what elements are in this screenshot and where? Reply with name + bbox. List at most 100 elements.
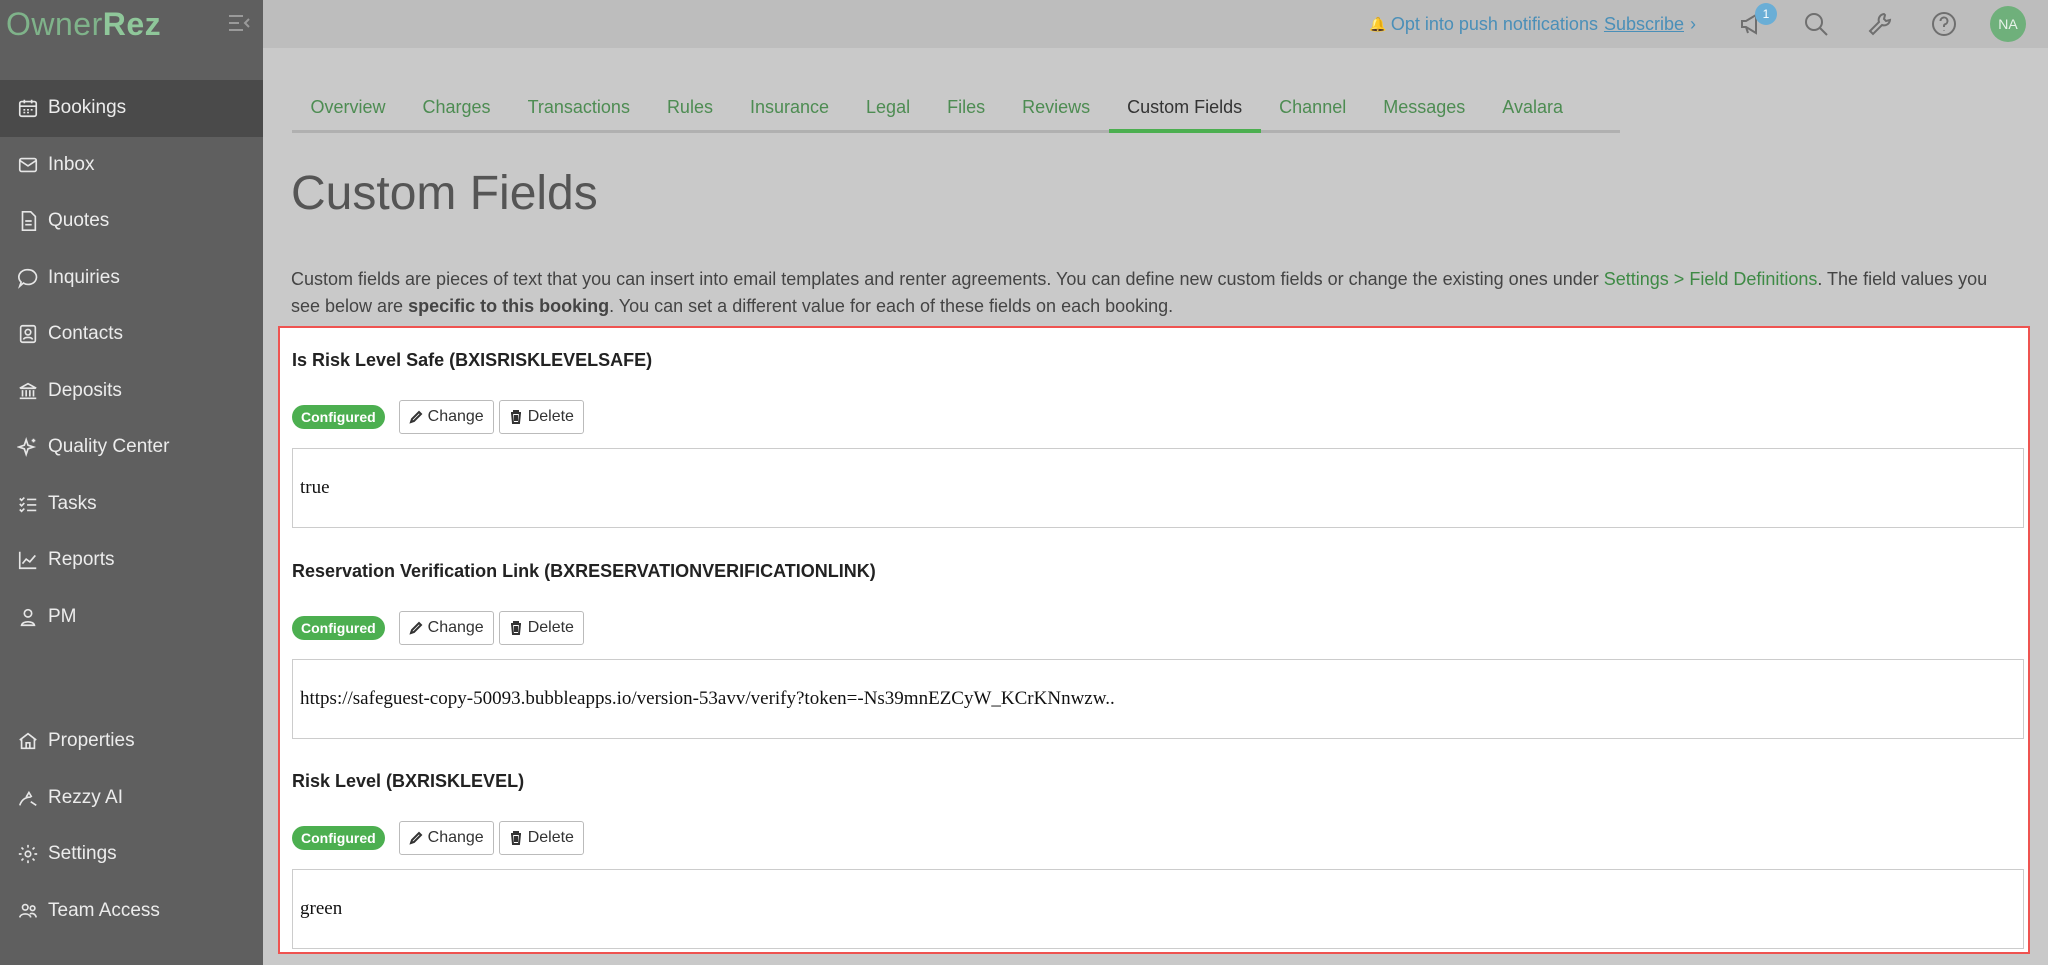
sparkle-icon bbox=[16, 435, 40, 459]
field-value: https://safeguest-copy-50093.bubbleapps.… bbox=[292, 659, 2024, 739]
sidebar-item-quotes[interactable]: Quotes bbox=[0, 193, 263, 250]
change-button[interactable]: Change bbox=[398, 611, 494, 645]
logo-bar: OwnerRez bbox=[0, 0, 263, 48]
field-title: Risk Level (BXRISKLEVEL) bbox=[292, 771, 525, 791]
person-icon bbox=[16, 605, 40, 629]
tab-transactions[interactable]: Transactions bbox=[509, 85, 648, 130]
trash-icon bbox=[510, 831, 521, 845]
sidebar-item-label: Inbox bbox=[48, 153, 95, 175]
delete-button[interactable]: Delete bbox=[498, 821, 584, 855]
pencil-icon bbox=[409, 410, 423, 424]
collapse-sidebar-icon[interactable] bbox=[227, 12, 251, 34]
description-emphasis: specific to this booking bbox=[408, 296, 610, 316]
house-icon bbox=[16, 729, 40, 753]
custom-fields-panel: Is Risk Level Safe (BXISRISKLEVELSAFE) C… bbox=[278, 326, 2030, 954]
delete-button[interactable]: Delete bbox=[498, 400, 584, 434]
tab-messages[interactable]: Messages bbox=[1365, 85, 1484, 130]
tab-insurance[interactable]: Insurance bbox=[731, 85, 847, 130]
ai-icon bbox=[16, 786, 40, 810]
field-actions: Configured Change Delete bbox=[292, 821, 2024, 855]
button-label: Change bbox=[427, 619, 484, 636]
sidebar-item-reports[interactable]: Reports bbox=[0, 532, 263, 589]
tab-reviews[interactable]: Reviews bbox=[1004, 85, 1109, 130]
description-text: . You can set a different value for each… bbox=[609, 296, 1174, 316]
user-avatar[interactable]: NA bbox=[1990, 6, 2026, 42]
field-actions: Configured Change Delete bbox=[292, 611, 2024, 645]
sidebar-item-contacts[interactable]: Contacts bbox=[0, 306, 263, 363]
change-button[interactable]: Change bbox=[398, 821, 494, 855]
sidebar-item-label: Rezzy AI bbox=[48, 786, 123, 808]
trash-icon bbox=[510, 410, 521, 424]
sidebar-item-inbox[interactable]: Inbox bbox=[0, 137, 263, 194]
sidebar-item-bookings[interactable]: Bookings bbox=[0, 80, 263, 137]
description-text: Custom fields are pieces of text that yo… bbox=[291, 269, 1604, 289]
logo[interactable]: OwnerRez bbox=[6, 6, 161, 43]
tab-overview[interactable]: Overview bbox=[292, 85, 404, 130]
sidebar-item-label: Reports bbox=[48, 549, 115, 571]
sidebar-item-team-access[interactable]: Team Access bbox=[0, 883, 263, 940]
sidebar-item-tasks[interactable]: Tasks bbox=[0, 476, 263, 533]
sidebar-item-inquiries[interactable]: Inquiries bbox=[0, 250, 263, 307]
push-notification-text: Opt into push notifications bbox=[1390, 13, 1598, 34]
field-value: true bbox=[292, 448, 2024, 528]
page-description: Custom fields are pieces of text that yo… bbox=[291, 266, 2021, 320]
sidebar-item-quality-center[interactable]: Quality Center bbox=[0, 419, 263, 476]
change-button[interactable]: Change bbox=[398, 400, 494, 434]
custom-field: Is Risk Level Safe (BXISRISKLEVELSAFE) C… bbox=[292, 350, 2024, 528]
subscribe-link[interactable]: Subscribe bbox=[1604, 14, 1684, 35]
field-definitions-link[interactable]: Settings > Field Definitions bbox=[1604, 269, 1818, 289]
sidebar-item-deposits[interactable]: Deposits bbox=[0, 363, 263, 420]
search-button[interactable] bbox=[1801, 9, 1831, 39]
button-label: Delete bbox=[527, 829, 574, 846]
push-notification-prompt: 🔔 Opt into push notifications Subscribe … bbox=[1369, 14, 1696, 35]
checklist-icon bbox=[16, 492, 40, 516]
sidebar-item-pm[interactable]: PM bbox=[0, 589, 263, 646]
sidebar-item-label: Inquiries bbox=[48, 266, 120, 288]
delete-button[interactable]: Delete bbox=[498, 611, 584, 645]
calendar-icon bbox=[16, 96, 40, 120]
field-title: Reservation Verification Link (BXRESERVA… bbox=[292, 561, 876, 581]
tools-button[interactable] bbox=[1865, 9, 1895, 39]
sidebar-item-label: Quality Center bbox=[48, 436, 170, 458]
sidebar-item-label: Contacts bbox=[48, 323, 123, 345]
tab-legal[interactable]: Legal bbox=[848, 85, 929, 130]
sidebar: OwnerRez Bookings Inbox Quotes Inquiries… bbox=[0, 0, 263, 965]
button-label: Change bbox=[427, 408, 484, 425]
search-icon bbox=[1805, 13, 1828, 36]
tab-channel[interactable]: Channel bbox=[1261, 85, 1365, 130]
sidebar-item-rezzy-ai[interactable]: Rezzy AI bbox=[0, 770, 263, 827]
sidebar-item-properties[interactable]: Properties bbox=[0, 713, 263, 770]
tab-charges[interactable]: Charges bbox=[404, 85, 509, 130]
envelope-icon bbox=[16, 153, 40, 177]
sidebar-nav-secondary: Properties Rezzy AI Settings Team Access bbox=[0, 713, 263, 939]
booking-tabs: Overview Charges Transactions Rules Insu… bbox=[292, 85, 1620, 133]
custom-field: Reservation Verification Link (BXRESERVA… bbox=[292, 561, 2024, 739]
help-button[interactable] bbox=[1929, 9, 1959, 39]
status-badge: Configured bbox=[292, 616, 385, 640]
contact-card-icon bbox=[16, 322, 40, 346]
tab-rules[interactable]: Rules bbox=[648, 85, 731, 130]
page-title: Custom Fields bbox=[291, 167, 598, 220]
announcements-button[interactable]: 1 bbox=[1737, 3, 1777, 39]
sidebar-nav-main: Bookings Inbox Quotes Inquiries Contacts… bbox=[0, 80, 263, 645]
sidebar-item-label: Bookings bbox=[48, 97, 127, 119]
sidebar-item-settings[interactable]: Settings bbox=[0, 826, 263, 883]
pencil-icon bbox=[409, 831, 423, 845]
gear-icon bbox=[16, 842, 40, 866]
tab-avalara[interactable]: Avalara bbox=[1484, 85, 1582, 130]
chevron-right-icon: › bbox=[1690, 13, 1696, 34]
field-value: green bbox=[292, 869, 2024, 949]
document-icon bbox=[16, 209, 40, 233]
team-icon bbox=[16, 899, 40, 923]
chart-line-icon bbox=[16, 548, 40, 572]
wrench-icon bbox=[1868, 12, 1892, 36]
sidebar-item-label: Deposits bbox=[48, 379, 122, 401]
tab-custom-fields[interactable]: Custom Fields bbox=[1108, 85, 1261, 133]
field-actions: Configured Change Delete bbox=[292, 400, 2024, 434]
sidebar-item-label: Quotes bbox=[48, 210, 110, 232]
bank-icon bbox=[16, 379, 40, 403]
sidebar-item-label: Team Access bbox=[48, 899, 160, 921]
field-title: Is Risk Level Safe (BXISRISKLEVELSAFE) bbox=[292, 350, 653, 370]
top-bar: 🔔 Opt into push notifications Subscribe … bbox=[263, 0, 2048, 48]
tab-files[interactable]: Files bbox=[929, 85, 1004, 130]
